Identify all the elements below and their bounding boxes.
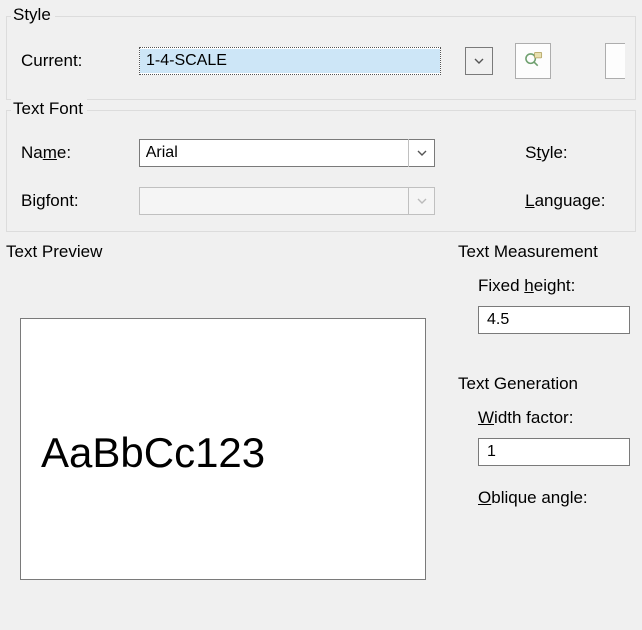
font-name-input[interactable] — [140, 141, 408, 165]
font-name-label: Name: — [21, 143, 139, 163]
bigfont-input — [140, 189, 408, 213]
font-group: Text Font Name: Style: Bigfont: Language… — [6, 110, 636, 232]
oblique-angle-label: Oblique angle: — [478, 488, 642, 508]
chevron-down-icon — [417, 198, 427, 204]
chevron-down-icon — [474, 58, 484, 64]
font-style-label: Style: — [525, 143, 635, 163]
current-label: Current: — [21, 51, 139, 71]
bigfont-combo — [139, 187, 435, 215]
style-legend: Style — [11, 5, 55, 25]
font-name-combo[interactable] — [139, 139, 435, 167]
bigfont-label: Bigfont: — [21, 191, 139, 211]
current-style-combo[interactable] — [139, 47, 441, 75]
font-name-dropdown-button[interactable] — [408, 139, 434, 167]
current-style-dropdown-button[interactable] — [465, 47, 493, 75]
fixed-height-label: Fixed height: — [478, 276, 642, 296]
measurement-legend: Text Measurement — [458, 242, 642, 262]
width-factor-label: Width factor: — [478, 408, 642, 428]
generation-legend: Text Generation — [458, 374, 642, 394]
style-group: Style Current: — [6, 16, 636, 100]
preview-sample-text: AaBbCc123 — [41, 429, 265, 477]
chevron-down-icon — [417, 150, 427, 156]
fixed-height-input[interactable] — [478, 306, 630, 334]
style-manager-button[interactable] — [515, 43, 551, 79]
preview-box: AaBbCc123 — [20, 318, 426, 580]
button-edge[interactable] — [605, 43, 625, 79]
bigfont-dropdown-button — [408, 187, 434, 215]
language-label: Language: — [525, 191, 635, 211]
current-style-input[interactable] — [140, 49, 440, 73]
width-factor-input[interactable] — [478, 438, 630, 466]
magnifier-tag-icon — [522, 47, 544, 75]
preview-legend: Text Preview — [6, 242, 452, 262]
font-legend: Text Font — [11, 99, 87, 119]
